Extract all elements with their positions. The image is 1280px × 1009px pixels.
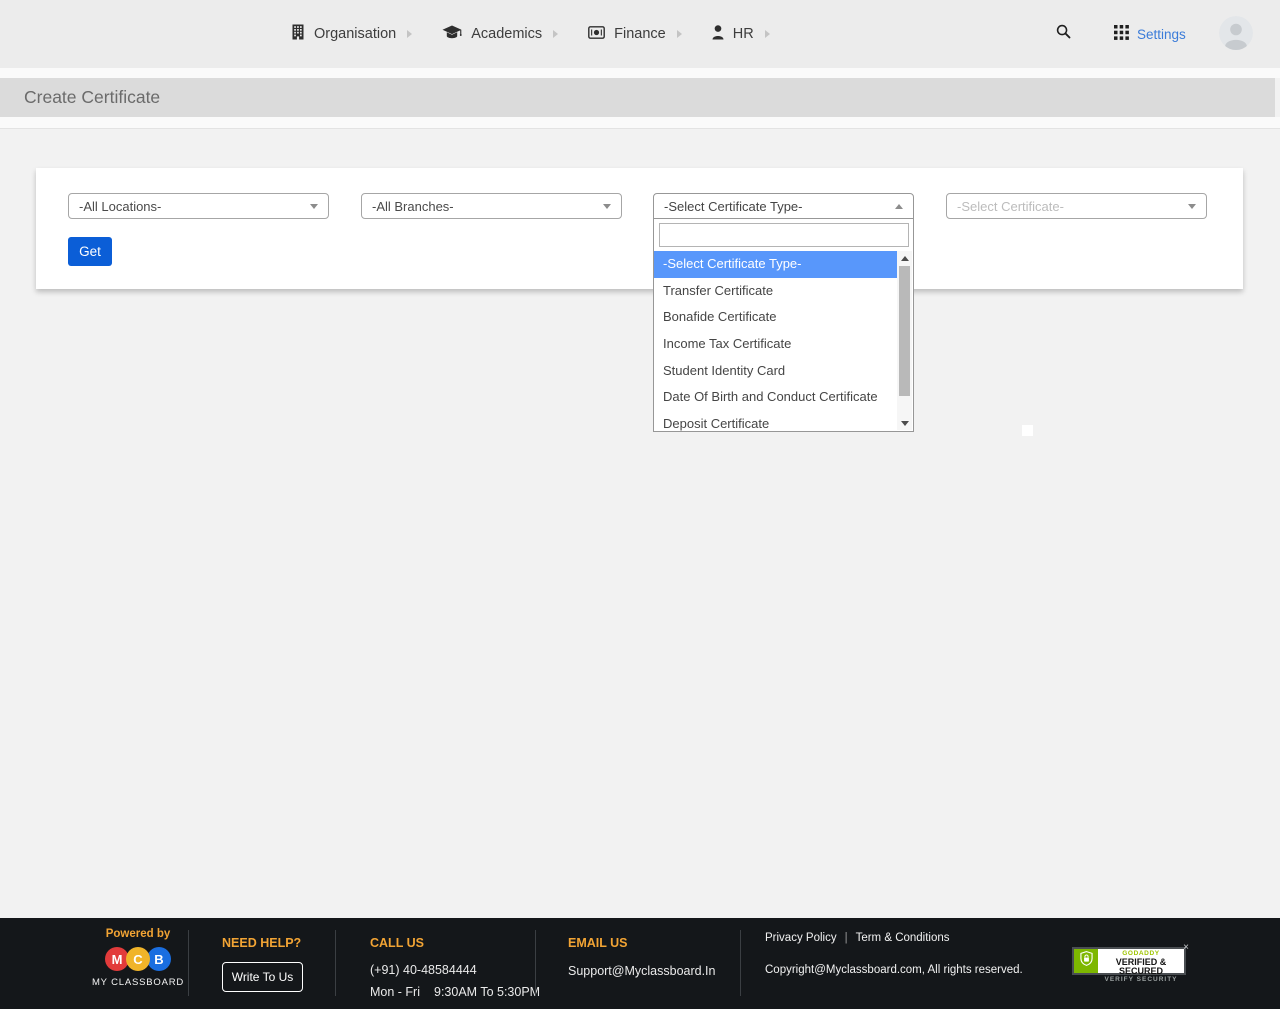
scrollbar-thumb[interactable] xyxy=(899,266,910,396)
settings-button[interactable]: Settings xyxy=(1114,25,1186,43)
certificate-type-select-value: -Select Certificate Type- xyxy=(664,198,803,214)
godaddy-line3: VERIFY SECURITY xyxy=(1104,975,1178,983)
brand-name: MY CLASSBOARD xyxy=(91,977,185,988)
working-hours: 9:30AM To 5:30PM xyxy=(434,985,541,999)
header-gap-strip xyxy=(0,68,1280,78)
nav-label: HR xyxy=(732,26,754,42)
footer: Powered by M C B MY CLASSBOARD NEED HELP… xyxy=(0,918,1280,1009)
badge-close-icon[interactable]: × xyxy=(1183,942,1189,953)
certificate-type-option[interactable]: Income Tax Certificate xyxy=(654,331,897,358)
graduation-cap-icon xyxy=(442,25,462,44)
certificate-type-search-input[interactable] xyxy=(659,223,909,247)
certificate-type-option[interactable]: Bonafide Certificate xyxy=(654,304,897,331)
copyright-text: Copyright@Myclassboard.com, All rights r… xyxy=(765,964,1023,976)
locations-select-value: -All Locations- xyxy=(79,198,162,214)
nav-item-organisation[interactable]: Organisation xyxy=(291,24,413,44)
phone-number: (+91) 40-48584444 xyxy=(370,963,477,977)
apps-grid-icon xyxy=(1114,25,1129,43)
page-title-bar: Create Certificate xyxy=(0,78,1275,117)
title-gap-strip xyxy=(0,117,1280,129)
footer-email-us: EMAIL US Support@Myclassboard.In xyxy=(568,936,715,978)
nav-label: Finance xyxy=(614,26,666,42)
chevron-down-icon xyxy=(1188,203,1196,209)
certificate-type-select[interactable]: -Select Certificate Type- xyxy=(653,193,914,219)
chevron-up-icon xyxy=(895,203,903,209)
certificate-type-option[interactable]: -Select Certificate Type- xyxy=(654,251,897,278)
mcb-logo: M C B xyxy=(88,947,188,971)
triangle-up-icon xyxy=(900,255,909,261)
footer-call-us: CALL US (+91) 40-48584444 Mon - Fri 9:30… xyxy=(370,936,540,999)
chevron-down-icon xyxy=(603,203,611,209)
certificate-type-option[interactable]: Date Of Birth and Conduct Certificate xyxy=(654,384,897,411)
link-separator: | xyxy=(844,932,848,944)
support-email: Support@Myclassboard.In xyxy=(568,964,716,978)
write-to-us-button[interactable]: Write To Us xyxy=(222,962,303,992)
dropdown-scrollbar xyxy=(897,251,912,430)
certificate-select-value: -Select Certificate- xyxy=(957,198,1064,214)
locations-select[interactable]: -All Locations- xyxy=(68,193,329,219)
avatar[interactable] xyxy=(1219,16,1253,50)
banknote-icon xyxy=(588,25,606,43)
certificate-type-options: -Select Certificate Type- Transfer Certif… xyxy=(654,251,897,431)
certificate-type-option[interactable]: Deposit Certificate xyxy=(654,411,897,431)
stray-white-square xyxy=(1022,425,1033,436)
chevron-right-icon xyxy=(553,30,559,38)
email-us-title: EMAIL US xyxy=(568,936,628,950)
person-icon xyxy=(712,24,724,44)
filter-panel: -All Locations- -All Branches- -Select C… xyxy=(36,168,1243,432)
godaddy-shield-area xyxy=(1074,949,1098,973)
chevron-right-icon xyxy=(676,30,682,38)
chevron-right-icon xyxy=(764,30,770,38)
certificate-type-combo: -Select Certificate Type- -Select Certif… xyxy=(653,193,914,432)
certificate-type-option[interactable]: Student Identity Card xyxy=(654,358,897,385)
godaddy-badge-text: GODADDY VERIFIED & SECURED VERIFY SECURI… xyxy=(1098,949,1184,983)
working-days: Mon - Fri xyxy=(370,985,420,999)
nav-item-hr[interactable]: HR xyxy=(712,24,770,44)
triangle-down-icon xyxy=(900,420,909,426)
footer-brand: Powered by M C B MY CLASSBOARD xyxy=(88,928,188,988)
godaddy-badge[interactable]: GODADDY VERIFIED & SECURED VERIFY SECURI… xyxy=(1072,942,1189,983)
privacy-policy-link[interactable]: Privacy Policy xyxy=(765,932,837,944)
certificate-type-dropdown: -Select Certificate Type- Transfer Certif… xyxy=(653,219,914,432)
search-icon xyxy=(1056,24,1071,43)
scrollbar-up-button[interactable] xyxy=(897,251,912,265)
nav-item-finance[interactable]: Finance xyxy=(588,25,682,43)
certificate-type-option[interactable]: Transfer Certificate xyxy=(654,278,897,305)
nav-item-academics[interactable]: Academics xyxy=(442,25,559,44)
shield-lock-icon xyxy=(1079,951,1093,971)
chevron-down-icon xyxy=(310,203,318,209)
logo-letter-b: B xyxy=(147,947,171,971)
powered-by-label: Powered by xyxy=(105,928,171,940)
chevron-right-icon xyxy=(407,30,413,38)
terms-link[interactable]: Term & Conditions xyxy=(856,932,950,944)
logo-letter-c: C xyxy=(126,947,150,971)
scrollbar-down-button[interactable] xyxy=(897,416,912,430)
branches-select[interactable]: -All Branches- xyxy=(361,193,622,219)
footer-divider xyxy=(535,930,536,996)
footer-need-help: NEED HELP? Write To Us xyxy=(222,936,303,992)
top-header: Organisation Academics Finance HR Settin… xyxy=(0,0,1280,68)
footer-divider xyxy=(335,930,336,996)
get-button[interactable]: Get xyxy=(68,237,112,266)
footer-divider xyxy=(188,930,189,996)
certificate-select[interactable]: -Select Certificate- xyxy=(946,193,1207,219)
nav-label: Organisation xyxy=(314,26,397,42)
nav-label: Academics xyxy=(471,26,543,42)
page-title: Create Certificate xyxy=(24,87,161,107)
settings-label: Settings xyxy=(1137,26,1186,42)
main-nav: Organisation Academics Finance HR xyxy=(291,0,770,68)
building-icon xyxy=(291,24,305,44)
search-button[interactable] xyxy=(1056,24,1071,44)
footer-legal: Privacy Policy | Term & Conditions Copyr… xyxy=(765,932,1023,976)
need-help-title: NEED HELP? xyxy=(222,936,302,950)
call-us-title: CALL US xyxy=(370,936,424,950)
godaddy-line2: VERIFIED & SECURED xyxy=(1115,956,1167,977)
branches-select-value: -All Branches- xyxy=(372,198,454,214)
footer-divider xyxy=(740,930,741,996)
